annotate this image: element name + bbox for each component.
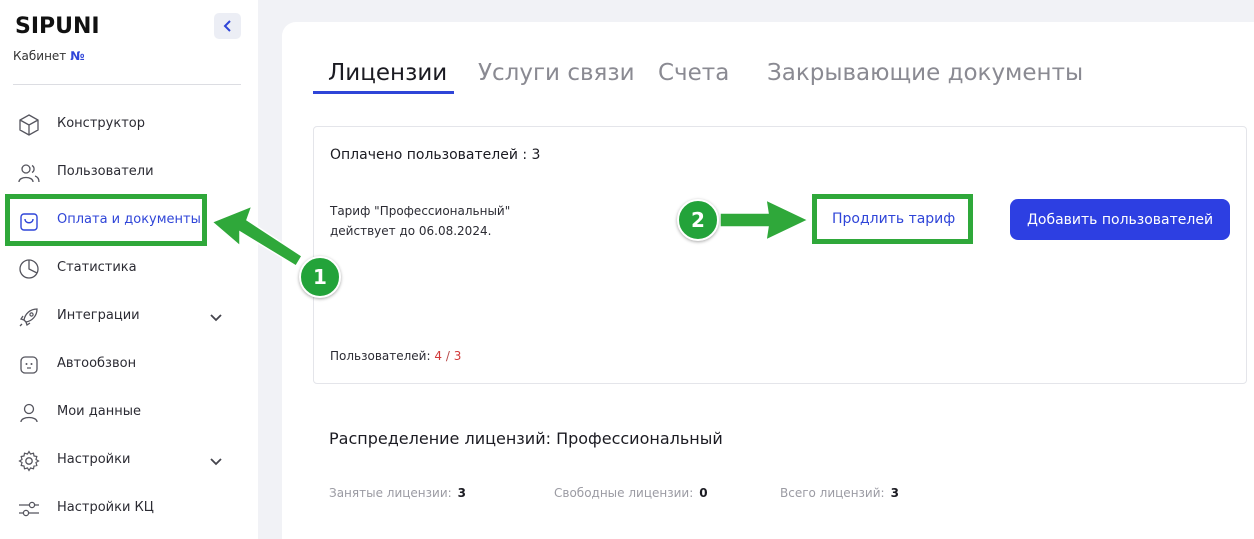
annotation-badge-1: 1 bbox=[299, 256, 341, 298]
annotation-arrow-1 bbox=[210, 204, 304, 268]
annotation-badge-2: 2 bbox=[677, 199, 719, 241]
annotation-arrows bbox=[210, 198, 810, 268]
annotation-arrow-2 bbox=[719, 198, 810, 242]
